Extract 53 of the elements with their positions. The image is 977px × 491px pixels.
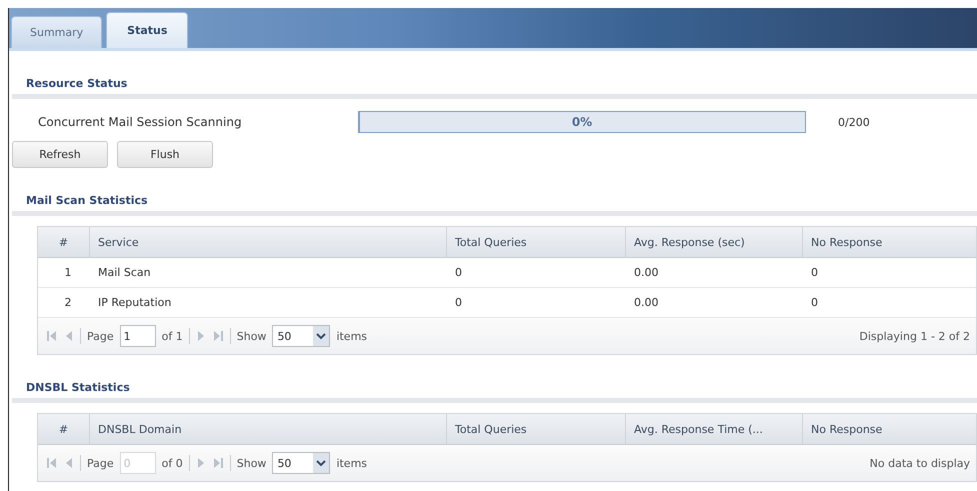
section-title: Mail Scan Statistics xyxy=(26,194,149,207)
tab[interactable]: Status xyxy=(106,12,188,48)
page-label: Page xyxy=(87,330,114,342)
page-count: of 0 xyxy=(162,456,183,470)
last-page-icon[interactable] xyxy=(212,457,224,469)
tab[interactable]: Summary xyxy=(11,16,102,48)
column-header[interactable]: Total Queries xyxy=(447,227,626,257)
table-cell: 0.00 xyxy=(634,266,658,279)
section-title: DNSBL Statistics xyxy=(26,381,131,394)
resource-label: Concurrent Mail Session Scanning xyxy=(38,115,243,129)
action-button[interactable]: Refresh xyxy=(12,141,108,168)
previous-page-icon[interactable] xyxy=(64,457,74,469)
progress-percent: 0% xyxy=(570,115,594,129)
table-cell: 0 xyxy=(455,266,462,279)
items-label: items xyxy=(336,456,368,470)
show-label: Show xyxy=(236,330,266,342)
table-cell: 1 xyxy=(64,266,72,279)
table-cell: 0.00 xyxy=(634,296,658,309)
items-label: items xyxy=(336,330,368,342)
column-header[interactable]: # xyxy=(38,414,90,444)
caret-icon[interactable] xyxy=(313,453,330,473)
next-page-icon[interactable] xyxy=(196,457,206,469)
table-cell: 0 xyxy=(811,266,818,279)
page-size-select[interactable]: 50 xyxy=(272,325,330,347)
table-cell: IP Reputation xyxy=(98,296,172,309)
page-input[interactable]: 1 xyxy=(120,325,156,347)
column-header[interactable]: Avg. Response Time (... xyxy=(626,414,803,444)
column-header[interactable]: # xyxy=(38,227,90,257)
column-header[interactable]: No Response xyxy=(803,414,976,444)
table-cell: 0 xyxy=(811,296,818,309)
page-label: Page xyxy=(87,456,114,470)
table-cell: Mail Scan xyxy=(98,266,151,279)
last-page-icon[interactable] xyxy=(212,330,224,342)
column-header[interactable]: No Response xyxy=(803,227,976,257)
column-header[interactable]: Total Queries xyxy=(447,414,626,444)
first-page-icon[interactable] xyxy=(46,330,58,342)
column-header[interactable]: DNSBL Domain xyxy=(90,414,447,444)
previous-page-icon[interactable] xyxy=(64,330,74,342)
action-button[interactable]: Flush xyxy=(117,141,213,168)
show-label: Show xyxy=(236,456,266,470)
page-size-select[interactable]: 50 xyxy=(272,452,330,474)
table-cell: 0 xyxy=(455,296,462,309)
caret-icon[interactable] xyxy=(313,326,330,346)
page-count: of 1 xyxy=(162,330,183,342)
section-title: Resource Status xyxy=(26,77,128,90)
display-info: Displaying 1 - 2 of 2 xyxy=(859,330,970,342)
column-header[interactable]: Service xyxy=(90,227,447,257)
session-count: 0/200 xyxy=(838,116,870,128)
table-cell: 2 xyxy=(64,296,72,309)
display-info: No data to display xyxy=(870,456,970,470)
next-page-icon[interactable] xyxy=(196,330,206,342)
first-page-icon[interactable] xyxy=(46,457,58,469)
column-header[interactable]: Avg. Response (sec) xyxy=(626,227,803,257)
